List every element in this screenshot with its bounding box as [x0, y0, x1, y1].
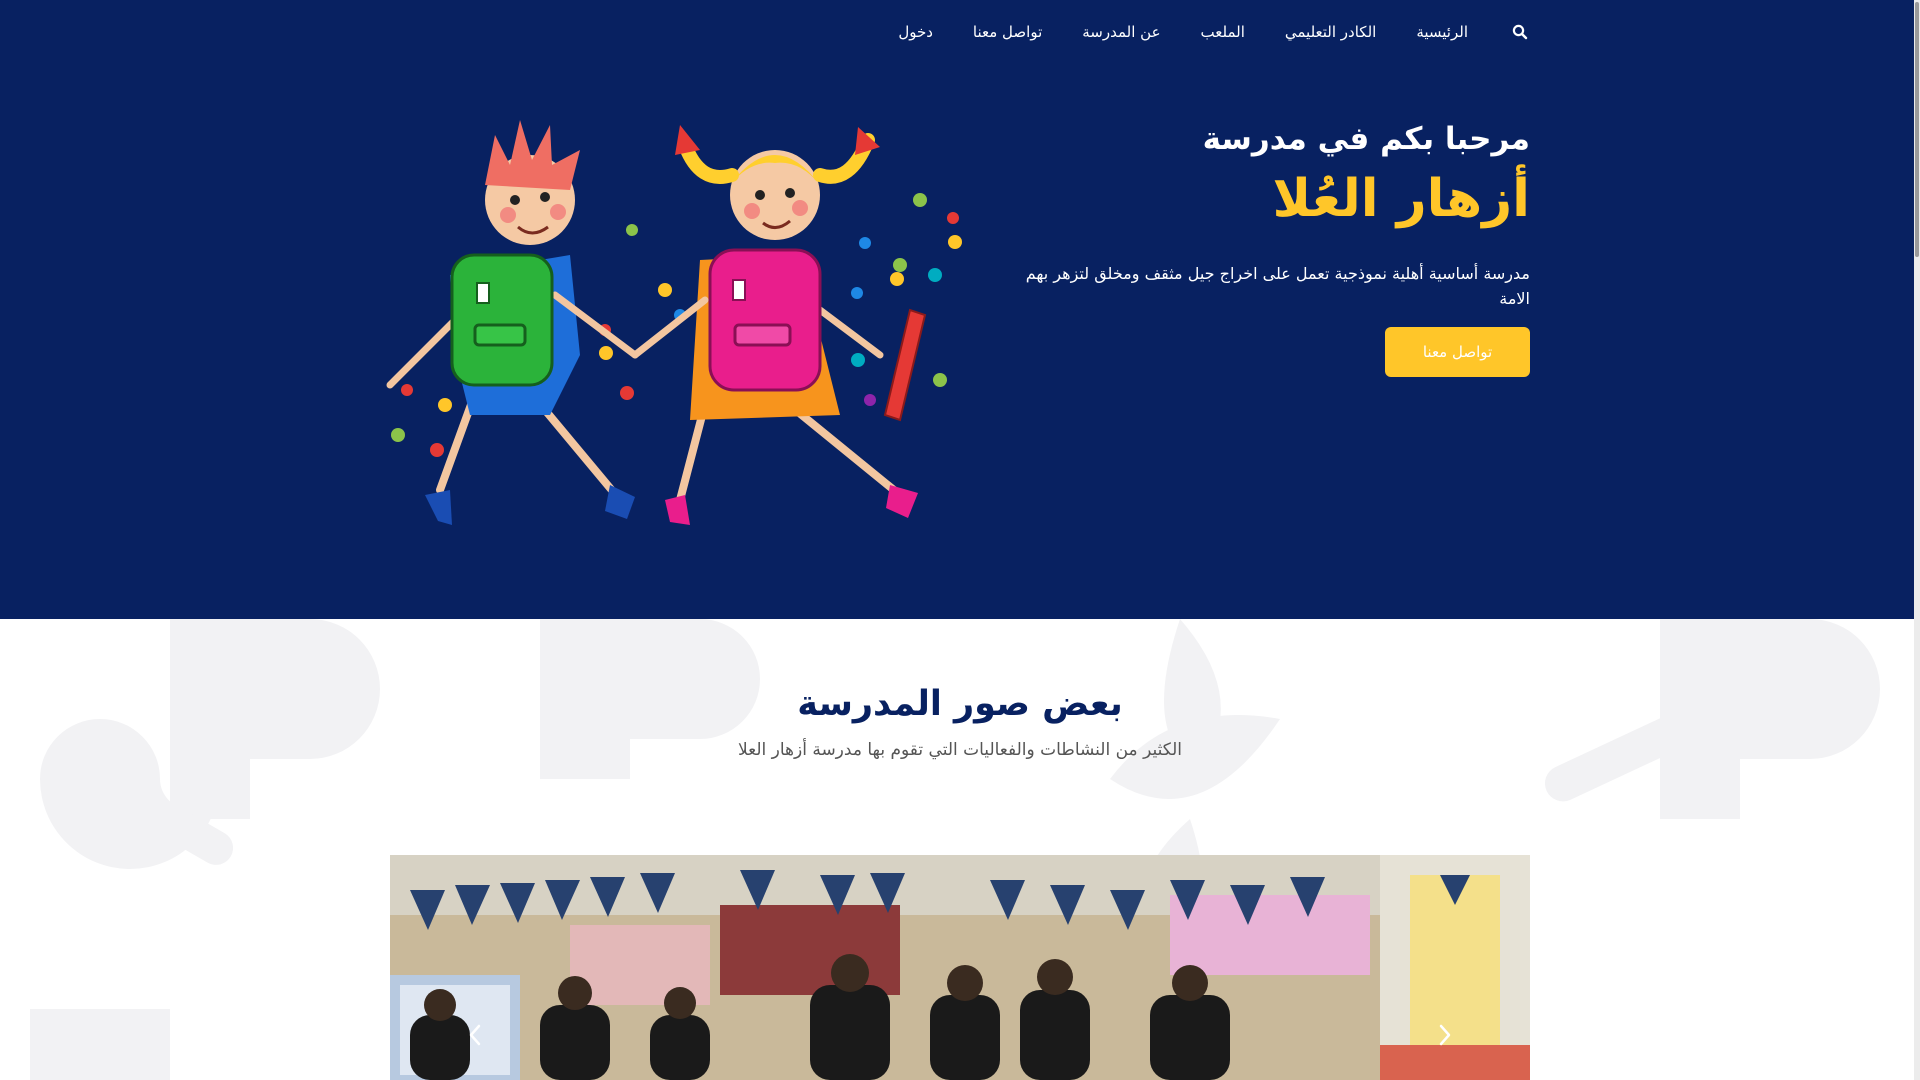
boy-figure [386, 120, 639, 525]
girl-figure [631, 125, 927, 525]
kids-illustration [386, 120, 962, 525]
main-nav: الرئيسية الكادر التعليمي الملعب عن المدر… [878, 22, 1530, 42]
scrollbar-thumb[interactable] [1915, 2, 1919, 257]
slider-prev-button[interactable] [460, 1020, 490, 1050]
school-name: أزهار العُلا [1272, 169, 1530, 229]
photo-slider[interactable] [390, 855, 1530, 1080]
nav-item-teaching-staff[interactable]: الكادر التعليمي [1285, 23, 1376, 41]
nav-item-about-school[interactable]: عن المدرسة [1082, 23, 1160, 41]
contact-us-button[interactable]: تواصل معنا [1385, 327, 1530, 377]
search-icon[interactable] [1510, 22, 1530, 42]
nav-item-home[interactable]: الرئيسية [1416, 23, 1468, 41]
welcome-heading: مرحبا بكم في مدرسة [1202, 121, 1530, 157]
gallery-title: بعض صور المدرسة [797, 684, 1123, 724]
hero-description: مدرسة أساسية أهلية نموذجية تعمل على اخرا… [1025, 264, 1530, 308]
nav-item-login[interactable]: دخول [898, 23, 933, 41]
page-scrollbar[interactable] [1914, 0, 1920, 1080]
nav-item-playground[interactable]: الملعب [1201, 23, 1245, 41]
slider-next-button[interactable] [1430, 1020, 1460, 1050]
hero-text: مرحبا بكم في مدرسة أزهار العُلا مدرسة أس… [1010, 115, 1530, 377]
hero-section: الرئيسية الكادر التعليمي الملعب عن المدر… [0, 0, 1920, 619]
school-event-photo [390, 855, 1530, 1080]
chevron-right-icon [1439, 1024, 1451, 1046]
chevron-left-icon [469, 1024, 481, 1046]
gallery-subtitle: الكثير من النشاطات والفعاليات التي تقوم … [737, 740, 1182, 760]
nav-item-contact[interactable]: تواصل معنا [973, 23, 1042, 41]
